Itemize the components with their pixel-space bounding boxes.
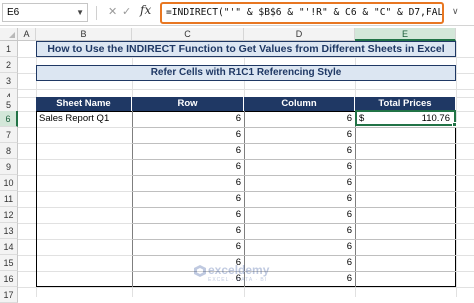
column-number-cell[interactable]: 6 <box>244 112 352 125</box>
formula-bar: E6 ▼ ✕ ✓ fx =INDIRECT("'" & $B$6 & "'!R"… <box>0 0 474 26</box>
row-header-15[interactable]: 15 <box>0 255 18 271</box>
section-title-banner[interactable]: Refer Cells with R1C1 Referencing Style <box>36 65 456 81</box>
expand-formula-bar-icon[interactable]: ∨ <box>452 6 459 17</box>
row-number-cell[interactable]: 6 <box>132 112 241 125</box>
row-number-cell[interactable]: 6 <box>132 128 241 141</box>
row-header-8[interactable]: 8 <box>0 143 18 159</box>
select-all-button[interactable] <box>0 28 18 41</box>
total-price-value: 110.76 <box>421 113 450 124</box>
column-header-e[interactable]: E <box>355 28 456 41</box>
table-header-row[interactable]: Row <box>132 97 244 111</box>
enter-icon[interactable]: ✓ <box>122 4 131 21</box>
row-number-cell[interactable]: 6 <box>132 240 241 253</box>
row-header-10[interactable]: 10 <box>0 175 18 191</box>
grid-line <box>18 89 474 90</box>
row-header-16[interactable]: 16 <box>0 271 18 287</box>
column-number-cell[interactable]: 6 <box>244 208 352 221</box>
exceldemy-logo-icon <box>194 265 206 277</box>
row-number-cell[interactable]: 6 <box>132 224 241 237</box>
row-number-cell[interactable]: 6 <box>132 192 241 205</box>
row-header-2[interactable]: 2 <box>0 57 18 73</box>
row-header-13[interactable]: 13 <box>0 223 18 239</box>
column-number-cell[interactable]: 6 <box>244 176 352 189</box>
row-header-7[interactable]: 7 <box>0 127 18 143</box>
column-header-b[interactable]: B <box>36 28 132 41</box>
grid-line <box>18 287 474 288</box>
row-header-3[interactable]: 3 <box>0 73 18 89</box>
row-header-14[interactable]: 14 <box>0 239 18 255</box>
row-number-cell[interactable]: 6 <box>132 208 241 221</box>
column-number-cell[interactable]: 6 <box>244 224 352 237</box>
table-header-sheet-name[interactable]: Sheet Name <box>36 97 132 111</box>
currency-symbol: $ <box>359 113 365 124</box>
column-header-c[interactable]: C <box>132 28 244 41</box>
row-number-cell[interactable]: 6 <box>132 144 241 157</box>
watermark-name: exceldemy <box>208 263 270 277</box>
row-header-1[interactable]: 1 <box>0 41 18 57</box>
insert-function-icon[interactable]: fx <box>140 3 151 17</box>
row-number-cell[interactable]: 6 <box>132 176 241 189</box>
row-header-9[interactable]: 9 <box>0 159 18 175</box>
chevron-down-icon[interactable]: ▼ <box>76 4 84 21</box>
table-header-column[interactable]: Column <box>244 97 355 111</box>
column-header-a[interactable]: A <box>18 28 36 41</box>
formula-bar-divider <box>96 6 97 20</box>
cancel-icon[interactable]: ✕ <box>108 4 117 21</box>
column-number-cell[interactable]: 6 <box>244 240 352 253</box>
row-header-17[interactable]: 17 <box>0 287 18 303</box>
column-number-cell[interactable]: 6 <box>244 160 352 173</box>
active-cell-e6[interactable]: $ 110.76 <box>355 110 456 126</box>
table-header-total-prices[interactable]: Total Prices <box>355 97 456 111</box>
name-box[interactable]: E6 ▼ <box>2 3 88 22</box>
grid-line <box>18 57 474 58</box>
column-number-cell[interactable]: 6 <box>244 192 352 205</box>
row-number-cell[interactable]: 6 <box>132 160 241 173</box>
sheet-title-banner[interactable]: How to Use the INDIRECT Function to Get … <box>36 41 456 57</box>
sheet-name-cell[interactable]: Sales Report Q1 <box>39 112 109 125</box>
row-header-6[interactable]: 6 <box>0 111 18 127</box>
row-header-11[interactable]: 11 <box>0 191 18 207</box>
column-number-cell[interactable]: 6 <box>244 128 352 141</box>
column-number-cell[interactable]: 6 <box>244 144 352 157</box>
watermark-tagline: EXCEL · DATA · BI <box>208 277 268 283</box>
fill-handle[interactable] <box>452 122 457 127</box>
column-header-d[interactable]: D <box>244 28 355 41</box>
name-box-value: E6 <box>7 7 20 18</box>
row-header-12[interactable]: 12 <box>0 207 18 223</box>
formula-input[interactable]: =INDIRECT("'" & $B$6 & "'!R" & C6 & "C" … <box>160 2 444 24</box>
